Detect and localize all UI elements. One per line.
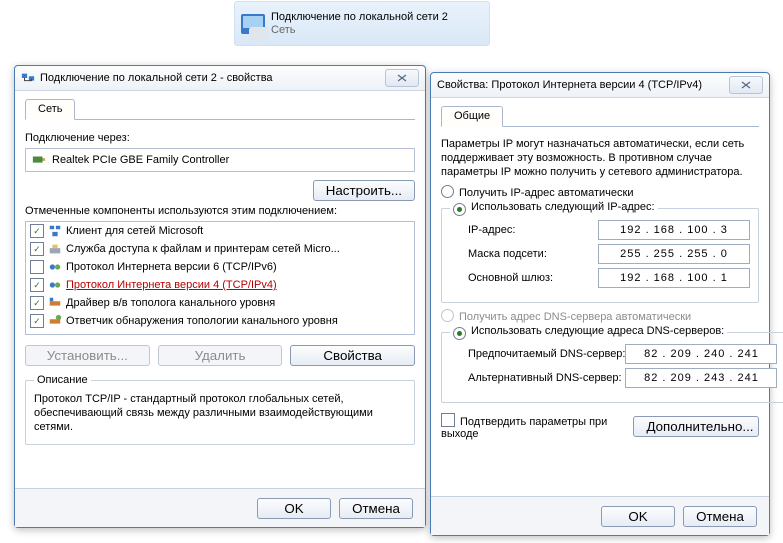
radio-label: Получить IP-адрес автоматически [459,187,633,199]
responder-icon [48,314,62,328]
share-icon [48,242,62,256]
network-icon [21,71,35,85]
window-ipv4-properties: Свойства: Протокол Интернета версии 4 (T… [430,72,770,536]
tab-network[interactable]: Сеть [25,99,75,120]
window-title: Подключение по локальной сети 2 - свойст… [40,72,385,84]
list-item[interactable]: ✓ Протокол Интернета версии 4 (TCP/IPv4) [26,276,414,294]
list-item[interactable]: ✓ Клиент для сетей Microsoft [26,222,414,240]
checkbox[interactable]: ✓ [30,224,44,238]
window-title: Свойства: Протокол Интернета версии 4 (T… [437,79,729,91]
radio-manual-dns[interactable] [453,327,466,340]
radio-auto-ip[interactable] [441,185,454,198]
components-label: Отмеченные компоненты используются этим … [25,205,415,217]
connection-title: Подключение по локальной сети 2 [271,11,448,24]
radio-manual-ip[interactable] [453,203,466,216]
confirm-checkbox[interactable] [441,413,455,427]
adapter-field: Realtek PCIe GBE Family Controller [25,148,415,172]
install-button[interactable]: Установить... [25,345,150,366]
description-group: Описание Протокол TCP/IP - стандартный п… [25,374,415,445]
tab-general[interactable]: Общие [441,106,503,127]
client-icon [48,224,62,238]
close-icon [397,74,407,82]
list-item-label: Протокол Интернета версии 4 (TCP/IPv4) [66,279,277,291]
ip-group: Использовать следующий IP-адрес: IP-адре… [441,201,759,303]
properties-button[interactable]: Свойства [290,345,415,366]
window-connection-properties: Подключение по локальной сети 2 - свойст… [14,65,426,528]
confirm-label: Подтвердить параметры при выходе [441,416,607,440]
adapter-icon [32,153,46,167]
radio-auto-dns [441,309,454,322]
mask-input[interactable]: 255 . 255 . 255 . 0 [598,244,750,264]
mask-label: Маска подсети: [468,248,547,260]
dns2-label: Альтернативный DNS-сервер: [468,372,622,384]
dns-group: Использовать следующие адреса DNS-сервер… [441,325,783,403]
dialog-footer: OK Отмена [15,488,425,527]
close-button[interactable] [385,69,419,87]
list-item[interactable]: Протокол Интернета версии 6 (TCP/IPv6) [26,258,414,276]
close-button[interactable] [729,76,763,94]
connection-subtitle: Сеть [271,24,448,37]
list-item-label: Драйвер в/в тополога канального уровня [66,297,275,309]
checkbox[interactable] [30,260,44,274]
adapter-name: Realtek PCIe GBE Family Controller [52,154,229,166]
configure-button[interactable]: Настроить... [313,180,415,201]
close-icon [741,81,751,89]
ip-input[interactable]: 192 . 168 . 100 . 3 [598,220,750,240]
advanced-button[interactable]: Дополнительно... [633,416,759,437]
dns1-input[interactable]: 82 . 209 . 240 . 241 [625,344,777,364]
driver-icon [48,296,62,310]
dns1-label: Предпочитаемый DNS-сервер: [468,348,625,360]
description-title: Описание [34,374,91,386]
titlebar[interactable]: Подключение по локальной сети 2 - свойст… [15,66,425,91]
components-list[interactable]: ✓ Клиент для сетей Microsoft ✓ Служба дост… [25,221,415,335]
list-item-label: Клиент для сетей Microsoft [66,225,203,237]
list-item[interactable]: ✓ Драйвер в/в тополога канального уровня [26,294,414,312]
protocol-icon [48,278,62,292]
remove-button[interactable]: Удалить [158,345,283,366]
list-item-label: Служба доступа к файлам и принтерам сете… [66,243,340,255]
ip-label: IP-адрес: [468,224,515,236]
connect-via-label: Подключение через: [25,132,415,144]
checkbox[interactable]: ✓ [30,242,44,256]
cancel-button[interactable]: Отмена [683,506,757,527]
radio-label: Использовать следующие адреса DNS-сервер… [471,325,724,337]
radio-label: Получить адрес DNS-сервера автоматически [459,311,691,323]
ok-button[interactable]: OK [601,506,675,527]
titlebar[interactable]: Свойства: Протокол Интернета версии 4 (T… [431,73,769,98]
radio-label: Использовать следующий IP-адрес: [471,201,655,213]
connection-card[interactable]: Подключение по локальной сети 2 Сеть [234,1,490,46]
list-item[interactable]: ✓ Служба доступа к файлам и принтерам сет… [26,240,414,258]
checkbox[interactable]: ✓ [30,314,44,328]
checkbox[interactable]: ✓ [30,278,44,292]
list-item[interactable]: ✓ Ответчик обнаружения топологии канально… [26,312,414,330]
gateway-label: Основной шлюз: [468,272,553,284]
ok-button[interactable]: OK [257,498,331,519]
list-item-label: Ответчик обнаружения топологии канальног… [66,315,338,327]
checkbox[interactable]: ✓ [30,296,44,310]
description-text: Протокол TCP/IP - стандартный протокол г… [34,392,406,434]
network-adapter-icon [249,27,269,41]
list-item-label: Протокол Интернета версии 6 (TCP/IPv6) [66,261,277,273]
info-text: Параметры IP могут назначаться автоматич… [441,137,759,179]
cancel-button[interactable]: Отмена [339,498,413,519]
dns2-input[interactable]: 82 . 209 . 243 . 241 [625,368,777,388]
dialog-footer: OK Отмена [431,496,769,535]
gateway-input[interactable]: 192 . 168 . 100 . 1 [598,268,750,288]
protocol-icon [48,260,62,274]
